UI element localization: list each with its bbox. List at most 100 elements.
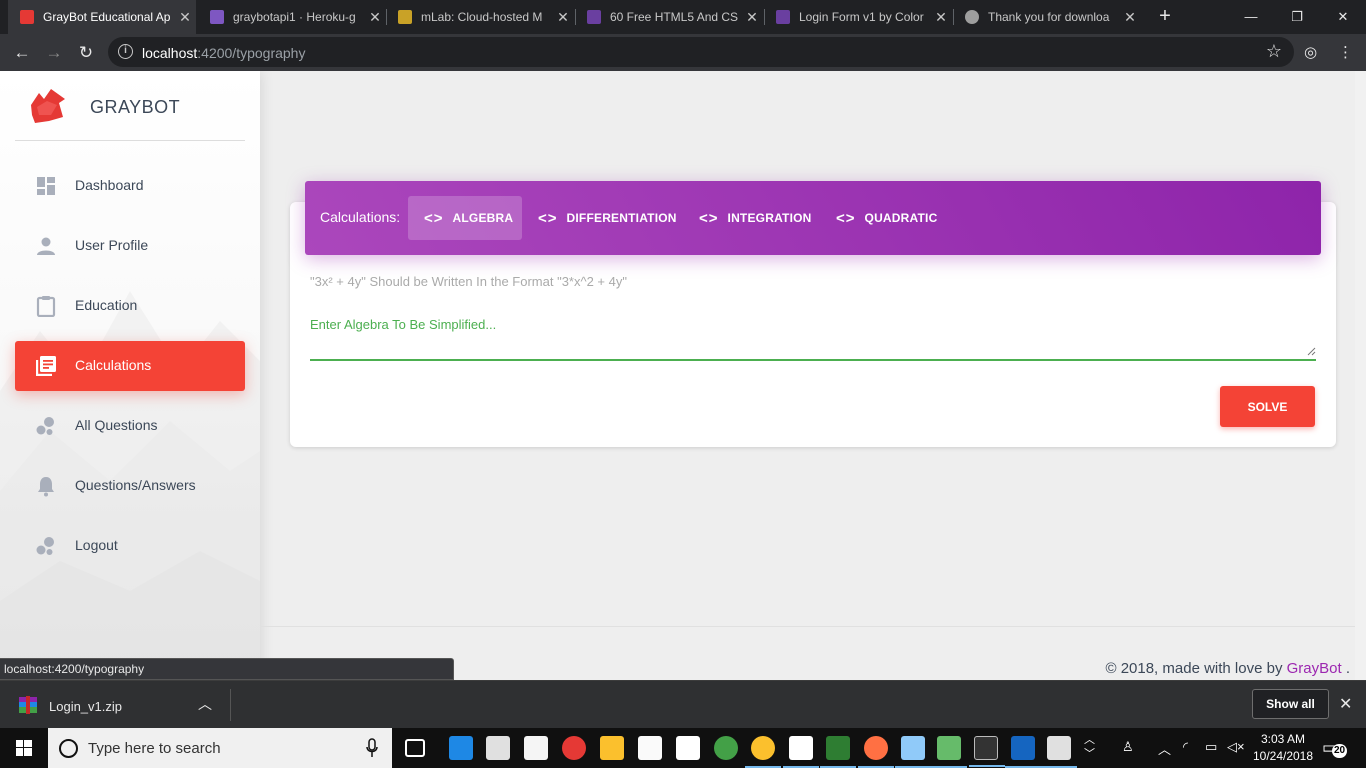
- close-tab-icon[interactable]: ✕: [552, 9, 574, 26]
- fun-app-icon[interactable]: [1041, 736, 1077, 768]
- close-tab-icon[interactable]: ✕: [741, 9, 763, 26]
- colorlib-favicon-icon: [776, 10, 790, 24]
- footer-text: © 2018, made with love by: [1105, 660, 1287, 677]
- sidebar-item-questions-answers[interactable]: Questions/Answers: [15, 461, 245, 511]
- browser-toolbar: ← → ↻ i localhost:4200/typography ☆ ◎ ⋮: [0, 34, 1366, 71]
- browser-tab-colorlib-templates[interactable]: 60 Free HTML5 And CS ✕: [575, 0, 763, 34]
- status-bar-url: localhost:4200/typography: [0, 658, 454, 680]
- address-bar[interactable]: i localhost:4200/typography ☆: [108, 37, 1294, 67]
- bubble-chart-icon: [36, 417, 54, 435]
- clock-date: 10/24/2018: [1252, 749, 1314, 763]
- task-view-icon[interactable]: [405, 739, 425, 757]
- code-icon: <>: [836, 209, 856, 227]
- postman-icon[interactable]: [858, 736, 894, 768]
- page-scrollbar[interactable]: [1355, 71, 1366, 680]
- tab-quadratic[interactable]: <> QUADRATIC: [820, 196, 950, 240]
- sidebar-item-all-questions[interactable]: All Questions: [15, 401, 245, 451]
- sidebar-item-calculations[interactable]: Calculations: [15, 341, 245, 391]
- footer-graybot-link[interactable]: GrayBot: [1287, 660, 1342, 677]
- opera-browser-icon[interactable]: [562, 736, 586, 760]
- person-icon: [37, 237, 55, 255]
- people-icon[interactable]: ♙: [1122, 739, 1134, 755]
- bell-icon: [38, 477, 54, 497]
- winrar-archive-icon: [19, 696, 37, 714]
- restore-window-button[interactable]: ❐: [1274, 0, 1320, 34]
- close-tab-icon[interactable]: ✕: [364, 9, 386, 26]
- shelf-divider: [230, 689, 231, 721]
- bookmark-star-icon[interactable]: ☆: [1266, 41, 1282, 62]
- close-tab-icon[interactable]: ✕: [174, 9, 196, 26]
- visual-studio-code-icon[interactable]: [1005, 736, 1041, 768]
- utorrent-icon[interactable]: [714, 736, 738, 760]
- mongodb-compass-icon[interactable]: [820, 736, 856, 768]
- close-window-button[interactable]: ✕: [1320, 0, 1366, 34]
- taskbar-search-box[interactable]: Type here to search: [48, 728, 392, 768]
- heroku-favicon-icon: [210, 10, 224, 24]
- sidebar-item-dashboard[interactable]: Dashboard: [15, 161, 245, 211]
- taskbar-scroll-arrows-icon[interactable]: ︿ ﹀: [1084, 733, 1095, 761]
- close-shelf-icon[interactable]: ✕: [1339, 694, 1352, 714]
- close-tab-icon[interactable]: ✕: [930, 9, 952, 26]
- address-url[interactable]: localhost:4200/typography: [142, 45, 305, 61]
- battery-icon[interactable]: ▭: [1205, 739, 1217, 755]
- tab-title: graybotapi1 · Heroku-g: [233, 10, 356, 24]
- chevron-up-icon[interactable]: ︿: [198, 694, 212, 714]
- textarea-resize-handle[interactable]: [1307, 347, 1316, 356]
- sticky-notes-icon[interactable]: [676, 736, 700, 760]
- browser-tab-login-form[interactable]: Login Form v1 by Color ✕: [764, 0, 952, 34]
- calculations-tabs-title: Calculations:: [320, 209, 401, 225]
- new-tab-button[interactable]: +: [1154, 5, 1176, 27]
- taskbar-clock[interactable]: 3:03 AM 10/24/2018: [1246, 731, 1320, 765]
- url-host: localhost: [142, 45, 198, 61]
- file-explorer-icon[interactable]: [600, 736, 624, 760]
- sidebar-brand[interactable]: GRAYBOT: [15, 71, 245, 141]
- minimize-window-button[interactable]: —: [1228, 0, 1274, 34]
- solve-button[interactable]: SOLVE: [1220, 386, 1315, 427]
- command-prompt-icon[interactable]: [969, 736, 1005, 767]
- volume-muted-icon[interactable]: ◁×: [1227, 739, 1245, 755]
- text-editor-icon[interactable]: [931, 736, 967, 768]
- browser-menu-icon[interactable]: ⋮: [1338, 43, 1353, 61]
- notification-count: 20: [1332, 744, 1347, 758]
- show-hidden-icons-icon[interactable]: ︿: [1158, 739, 1171, 758]
- mail-icon[interactable]: [524, 736, 548, 760]
- store-icon[interactable]: [486, 736, 510, 760]
- search-placeholder: Type here to search: [88, 740, 221, 757]
- browser-tab-strip: GrayBot Educational Ap ✕ graybotapi1 · H…: [0, 0, 1366, 34]
- footer-divider: [260, 626, 1355, 627]
- sidebar: GRAYBOT Dashboard User Profile Education: [0, 71, 260, 680]
- reload-button[interactable]: ↻: [73, 40, 99, 66]
- edge-browser-icon[interactable]: [449, 736, 473, 760]
- sidebar-item-user-profile[interactable]: User Profile: [15, 221, 245, 271]
- wifi-icon[interactable]: ◜: [1183, 739, 1188, 755]
- download-filename[interactable]: Login_v1.zip: [49, 699, 122, 714]
- algebra-input[interactable]: [310, 311, 1316, 361]
- show-all-downloads-button[interactable]: Show all: [1252, 689, 1329, 719]
- microphone-icon[interactable]: [366, 738, 378, 758]
- tab-algebra[interactable]: <> ALGEBRA: [408, 196, 522, 240]
- incognito-extension-icon[interactable]: ◎: [1304, 43, 1317, 61]
- library-books-icon: [36, 356, 56, 376]
- tab-differentiation[interactable]: <> DIFFERENTIATION: [522, 196, 682, 240]
- action-center-icon[interactable]: ▭ 20: [1322, 738, 1348, 758]
- browser-tab-thank-you[interactable]: Thank you for downloa ✕: [953, 0, 1141, 34]
- browser-tab-graybot[interactable]: GrayBot Educational Ap ✕: [8, 0, 196, 34]
- notepad-icon[interactable]: [638, 736, 662, 760]
- back-button[interactable]: ←: [9, 40, 35, 66]
- mongodb-icon[interactable]: [783, 736, 819, 768]
- chrome-browser-icon[interactable]: [745, 736, 781, 768]
- mlab-favicon-icon: [398, 10, 412, 24]
- windows-start-icon[interactable]: [0, 728, 48, 768]
- sidebar-item-logout[interactable]: Logout: [15, 521, 245, 571]
- graybot-favicon-icon: [20, 10, 34, 24]
- tab-integration[interactable]: <> INTEGRATION: [683, 196, 821, 240]
- network-app-icon[interactable]: [895, 736, 931, 768]
- bubble-chart-icon: [36, 537, 54, 555]
- sidebar-item-education[interactable]: Education: [15, 281, 245, 331]
- browser-tab-mlab[interactable]: mLab: Cloud-hosted M ✕: [386, 0, 574, 34]
- close-tab-icon[interactable]: ✕: [1119, 9, 1141, 26]
- tab-label: ALGEBRA: [452, 211, 514, 225]
- browser-tab-heroku[interactable]: graybotapi1 · Heroku-g ✕: [198, 0, 386, 34]
- forward-button[interactable]: →: [41, 40, 67, 66]
- site-info-icon[interactable]: i: [118, 44, 133, 59]
